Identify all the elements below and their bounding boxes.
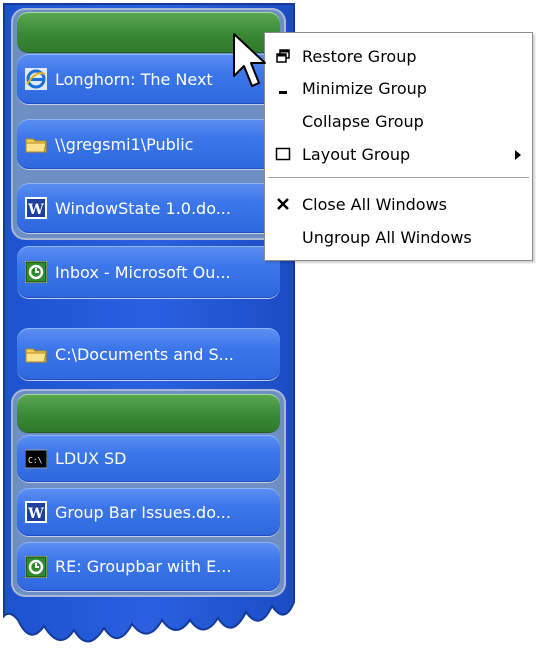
folder-icon (25, 343, 47, 365)
mouse-pointer-icon (233, 33, 266, 87)
menu-item-collapse-group[interactable]: Collapse Group (265, 106, 532, 136)
svg-text:W: W (27, 202, 44, 218)
window-title: Group Bar Issues.do... (55, 502, 231, 522)
group-2-header[interactable] (17, 394, 280, 432)
taskbar-button-documents[interactable]: C:\Documents and S... (17, 328, 280, 380)
menu-item-label: Layout Group (302, 144, 411, 164)
menu-item-minimize-group[interactable]: Minimize Group (265, 73, 532, 103)
window-title: RE: Groupbar with E... (55, 557, 232, 576)
taskbar-button-group-bar-issues[interactable]: W Group Bar Issues.do... (17, 488, 280, 536)
taskbar-button-inbox[interactable]: Inbox - Microsoft Ou... (17, 246, 280, 298)
outlook-icon (25, 261, 47, 283)
menu-item-label: Collapse Group (302, 111, 424, 131)
window-title: C:\Documents and S... (55, 344, 234, 364)
window-title: Inbox - Microsoft Ou... (55, 262, 231, 282)
internet-explorer-icon (25, 68, 47, 90)
menu-item-label: Minimize Group (302, 78, 427, 98)
menu-item-label: Ungroup All Windows (302, 227, 472, 247)
menu-item-ungroup-all-windows[interactable]: Ungroup All Windows (265, 222, 532, 252)
command-prompt-icon: C:\ (25, 448, 47, 470)
taskbar-button-gregsmi1-public[interactable]: \\gregsmi1\Public (17, 119, 280, 169)
close-x-icon (273, 194, 293, 214)
window-group-2: C:\ LDUX SD W Group Bar Issues.do... RE:… (11, 389, 286, 597)
word-document-icon: W (25, 197, 47, 219)
svg-text:W: W (27, 506, 44, 522)
menu-item-close-all-windows[interactable]: Close All Windows (265, 189, 532, 219)
outlook-icon (25, 555, 47, 578)
word-document-icon: W (25, 501, 47, 523)
menu-item-restore-group[interactable]: Restore Group (265, 41, 532, 71)
svg-text:C:\: C:\ (28, 456, 43, 465)
folder-icon (25, 133, 47, 155)
group-taskbar: Longhorn: The Next \\gregsmi1\Public W W… (0, 0, 300, 663)
menu-item-layout-group[interactable]: Layout Group (265, 139, 532, 169)
restore-icon (273, 46, 293, 66)
menu-item-label: Restore Group (302, 46, 417, 66)
window-title: WindowState 1.0.do... (55, 198, 231, 218)
group-context-menu: Restore Group Minimize Group Collapse Gr… (264, 32, 533, 261)
taskbar-button-ldux-sd[interactable]: C:\ LDUX SD (17, 435, 280, 482)
menu-separator (268, 177, 529, 178)
layout-box-icon (273, 144, 293, 164)
taskbar-button-re-groupbar[interactable]: RE: Groupbar with E... (17, 542, 280, 591)
taskbar-button-windowstate-doc[interactable]: W WindowState 1.0.do... (17, 183, 280, 233)
minimize-icon (273, 78, 293, 98)
submenu-arrow-icon (514, 145, 522, 164)
window-title: \\gregsmi1\Public (55, 134, 194, 154)
menu-item-label: Close All Windows (302, 194, 448, 214)
window-title: LDUX SD (55, 449, 127, 468)
window-title: Longhorn: The Next (55, 69, 213, 89)
